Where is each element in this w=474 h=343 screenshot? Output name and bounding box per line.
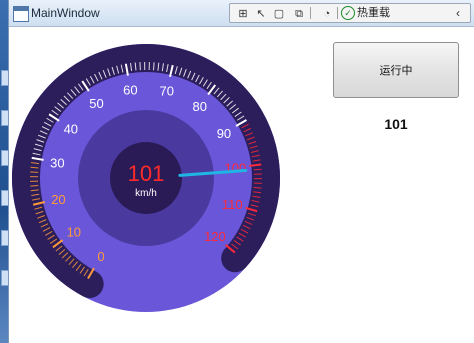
run-button[interactable]: 运行中 — [333, 42, 459, 98]
gauge-tick — [30, 185, 39, 187]
gauge-tick-label: 120 — [204, 229, 226, 244]
toolbar-separator — [310, 7, 311, 19]
gauge-tick-label: 110 — [222, 197, 243, 212]
gauge-tick-label: 40 — [64, 122, 78, 137]
gauge-tick-label: 20 — [51, 192, 65, 207]
gauge-tick — [249, 163, 262, 167]
hot-reload-status[interactable]: ✓ 热重载 — [341, 5, 390, 21]
gauge-tick-label: 60 — [123, 82, 137, 97]
check-circle-icon: ✓ — [341, 6, 355, 20]
gauge-tick-label: 50 — [89, 96, 103, 111]
gauge-tick-label: 0 — [97, 249, 104, 264]
speed-readout-label: 101 — [384, 116, 408, 132]
gauge-tick-label: 90 — [217, 126, 231, 141]
gauge-unit-text: km/h — [135, 188, 157, 199]
collapse-toolbar-button[interactable]: ‹ — [456, 5, 460, 21]
gauge-tick — [153, 62, 155, 71]
gauge-tick-label: 10 — [67, 225, 81, 240]
binding-failures-icon[interactable]: ◔ — [318, 5, 336, 23]
toolbar-separator — [337, 7, 338, 19]
gauge-value-text: 101 — [128, 161, 165, 186]
gauge-tick-label: 70 — [160, 83, 174, 98]
gauge-tick-label: 80 — [193, 99, 207, 114]
gauge-tick — [253, 168, 262, 171]
gauge-tick-label: 30 — [50, 155, 64, 170]
gauge-tick — [253, 186, 262, 189]
speedometer-gauge: 0102030405060 708090100110120 101 km/h — [12, 44, 280, 312]
